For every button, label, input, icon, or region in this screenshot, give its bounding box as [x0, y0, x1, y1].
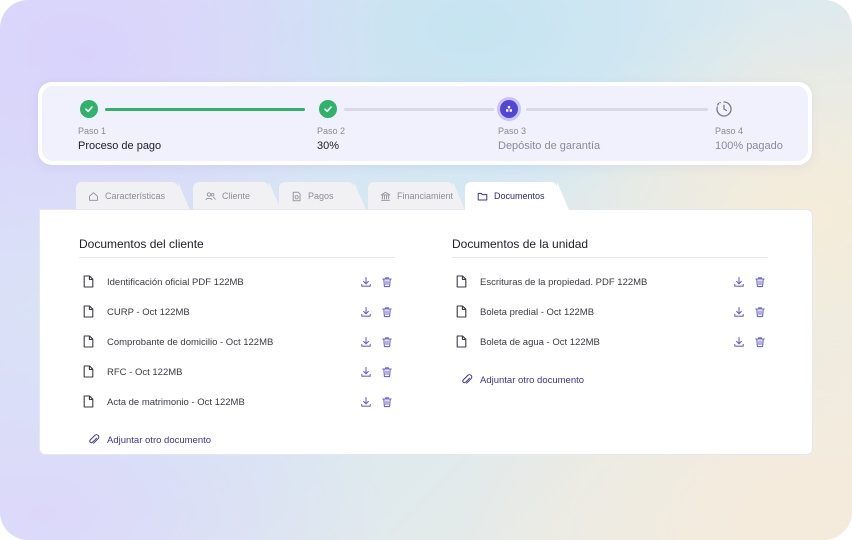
trash-icon[interactable]: [754, 336, 766, 348]
section-title: Documentos de la unidad: [452, 237, 589, 251]
attach-document-button[interactable]: Adjuntar otro documento: [461, 374, 584, 386]
document-name: Escrituras de la propiedad. PDF 122MB: [480, 276, 648, 288]
document-name: CURP - Oct 122MB: [107, 306, 190, 318]
download-icon[interactable]: [360, 276, 372, 288]
file-icon: [456, 305, 468, 319]
step-name: Depósito de garantía: [498, 140, 601, 152]
file-icon: [83, 305, 95, 319]
document-actions: [360, 366, 393, 378]
download-icon[interactable]: [360, 306, 372, 318]
background: Paso 1 Proceso de pago Paso 2 30% Paso 3…: [0, 0, 852, 540]
document-name: Comprobante de domicilio - Oct 122MB: [107, 336, 274, 348]
check-icon: [319, 100, 337, 118]
document-row[interactable]: Comprobante de domicilio - Oct 122MB: [83, 333, 273, 351]
attach-label: Adjuntar otro documento: [107, 434, 212, 446]
tab-documentos[interactable]: Documentos: [465, 182, 569, 210]
trash-icon[interactable]: [754, 276, 766, 288]
step-caption: Paso 4: [715, 126, 744, 136]
download-icon[interactable]: [733, 276, 745, 288]
document-row[interactable]: CURP - Oct 122MB: [83, 303, 190, 321]
tab-financiamiento[interactable]: Financiamiento: [368, 182, 465, 210]
file-icon: [456, 335, 468, 349]
stepper-inner: Paso 1 Proceso de pago Paso 2 30% Paso 3…: [42, 86, 808, 161]
stepper-track-1-fill: [105, 108, 305, 111]
download-icon[interactable]: [360, 396, 372, 408]
paperclip-icon: [461, 374, 473, 386]
tab-label: Financiamiento: [397, 191, 459, 201]
trash-icon[interactable]: [381, 396, 393, 408]
file-icon: [456, 275, 468, 289]
section-divider: [452, 257, 768, 258]
paperclip-icon: [88, 434, 100, 446]
document-row[interactable]: Acta de matrimonio - Oct 122MB: [83, 393, 245, 411]
receipt-icon: [291, 191, 302, 202]
file-icon: [83, 275, 95, 289]
document-actions: [733, 276, 766, 288]
tab-label: Cliente: [222, 191, 251, 201]
download-icon[interactable]: [360, 336, 372, 348]
document-actions: [733, 336, 766, 348]
check-icon: [80, 100, 98, 118]
trash-icon[interactable]: [754, 306, 766, 318]
download-icon[interactable]: [733, 336, 745, 348]
document-row[interactable]: Boleta predial - Oct 122MB: [456, 303, 594, 321]
trash-icon[interactable]: [381, 336, 393, 348]
download-icon[interactable]: [360, 366, 372, 378]
attach-label: Adjuntar otro documento: [480, 374, 585, 386]
step-caption: Paso 2: [317, 126, 346, 136]
step-caption: Paso 3: [498, 126, 527, 136]
section-title: Documentos del cliente: [79, 237, 204, 251]
tab-caracteristicas[interactable]: Características: [76, 182, 190, 210]
progress-stepper: Paso 1 Proceso de pago Paso 2 30% Paso 3…: [38, 82, 812, 165]
tab-pagos[interactable]: Pagos: [279, 182, 366, 210]
trash-icon[interactable]: [381, 276, 393, 288]
tab-cliente[interactable]: Cliente: [193, 182, 281, 210]
document-actions: [733, 306, 766, 318]
deposit-icon: [500, 100, 518, 118]
step-caption: Paso 1: [78, 126, 107, 136]
bank-icon: [380, 191, 391, 202]
document-actions: [360, 336, 393, 348]
document-actions: [360, 306, 393, 318]
attach-document-button[interactable]: Adjuntar otro documento: [88, 434, 211, 446]
document-row[interactable]: RFC - Oct 122MB: [83, 363, 183, 381]
document-actions: [360, 276, 393, 288]
file-icon: [83, 395, 95, 409]
home-icon: [88, 191, 99, 202]
users-icon: [205, 191, 216, 202]
stepper-track-3: [526, 108, 708, 111]
file-icon: [83, 335, 95, 349]
document-name: RFC - Oct 122MB: [107, 366, 183, 378]
folder-icon: [477, 191, 488, 202]
clock-icon: [715, 100, 733, 118]
document-row[interactable]: Escrituras de la propiedad. PDF 122MB: [456, 273, 647, 291]
download-icon[interactable]: [733, 306, 745, 318]
document-name: Acta de matrimonio - Oct 122MB: [107, 396, 245, 408]
document-name: Boleta predial - Oct 122MB: [480, 306, 595, 318]
stepper-track-2: [344, 108, 494, 111]
document-name: Identificación oficial PDF 122MB: [107, 276, 244, 288]
documents-panel: Documentos del cliente Identificación of…: [39, 209, 813, 455]
document-row[interactable]: Identificación oficial PDF 122MB: [83, 273, 244, 291]
step-name: 100% pagado: [715, 140, 783, 152]
document-row[interactable]: Boleta de agua - Oct 122MB: [456, 333, 600, 351]
tab-label: Características: [105, 191, 166, 201]
file-icon: [83, 365, 95, 379]
stepper-track-1: [105, 108, 305, 111]
tab-label: Documentos: [494, 191, 545, 201]
document-name: Boleta de agua - Oct 122MB: [480, 336, 600, 348]
section-divider: [79, 257, 395, 258]
document-actions: [360, 396, 393, 408]
tab-label: Pagos: [308, 191, 334, 201]
step-name: Proceso de pago: [78, 140, 162, 152]
step-name: 30%: [317, 140, 340, 152]
trash-icon[interactable]: [381, 366, 393, 378]
trash-icon[interactable]: [381, 306, 393, 318]
